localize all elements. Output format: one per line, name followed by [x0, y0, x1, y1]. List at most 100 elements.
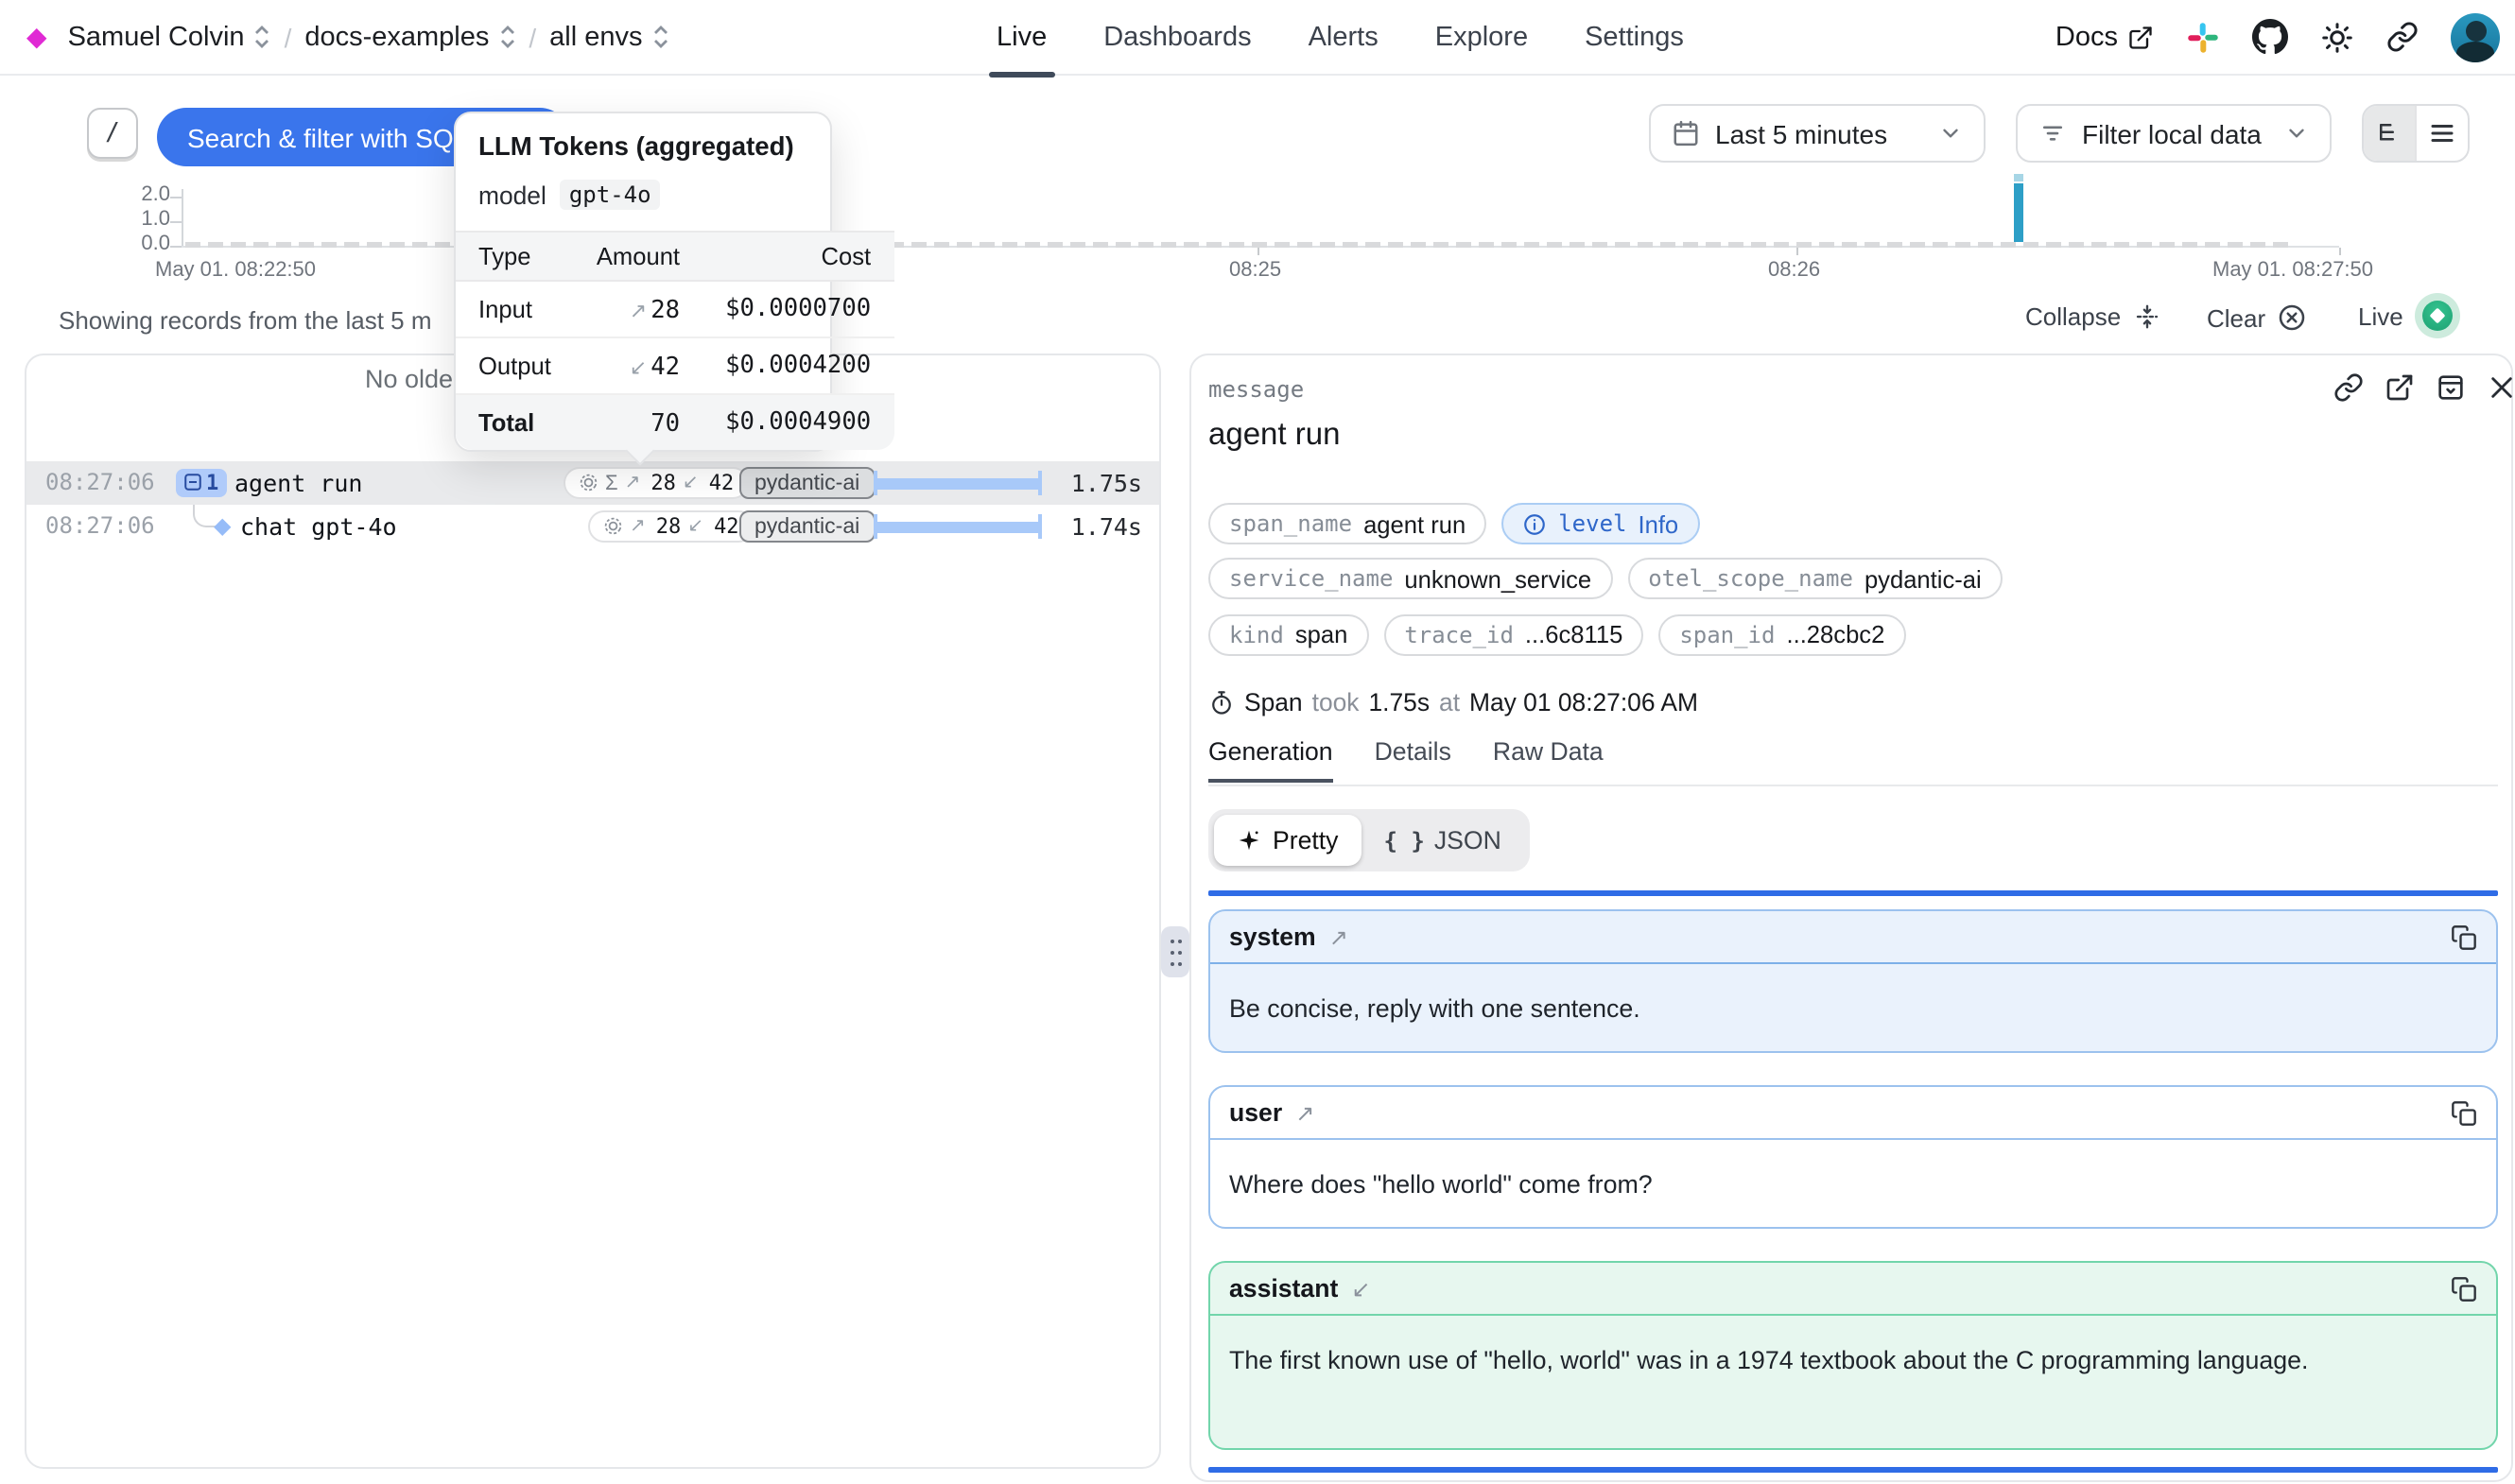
pretty-toggle-button[interactable]: Pretty: [1214, 815, 1361, 866]
copy-button[interactable]: [2451, 1275, 2477, 1302]
time-range-select[interactable]: Last 5 minutes: [1649, 104, 1986, 163]
chip-otel-scope-name[interactable]: otel_scope_name pydantic-ai: [1627, 558, 2003, 599]
panel-resize-handle[interactable]: [1161, 926, 1189, 977]
chip-span-id[interactable]: span_id ...28cbc2: [1658, 613, 1905, 655]
token-cost-table: Type Amount Cost Input ↗28 $0.0000700 Ou…: [456, 231, 893, 450]
filter-icon: [2038, 119, 2067, 147]
chip-kind[interactable]: kind span: [1208, 613, 1368, 655]
collapse-children-badge[interactable]: 1: [176, 468, 226, 497]
theme-sun-icon[interactable]: [2320, 20, 2354, 54]
output-arrow-icon: ↙: [1351, 1275, 1370, 1302]
input-arrow-icon: ↗: [630, 300, 647, 322]
clear-button[interactable]: Clear: [2207, 302, 2307, 333]
tab-raw-data[interactable]: Raw Data: [1493, 737, 1604, 783]
github-icon[interactable]: [2252, 19, 2288, 55]
breadcrumb-org[interactable]: Samuel Colvin: [68, 22, 271, 52]
breadcrumb-project[interactable]: docs-examples: [304, 22, 515, 52]
scope-tag: pydantic-ai: [739, 467, 875, 499]
live-toggle[interactable]: Live: [2358, 293, 2460, 338]
copy-button[interactable]: [2451, 923, 2477, 950]
tab-details[interactable]: Details: [1375, 737, 1451, 783]
record-kind-label: message: [1208, 376, 1304, 403]
docs-link[interactable]: Docs: [2055, 22, 2154, 52]
input-arrow-icon: ↗: [1295, 1099, 1314, 1126]
col-cost: Cost: [702, 232, 893, 281]
span-name: agent run: [234, 469, 362, 497]
table-row-output: Output ↙42 $0.0004200: [456, 337, 893, 394]
message-text: The first known use of "hello, world" wa…: [1210, 1316, 2496, 1406]
sort-chevrons-icon: [498, 25, 515, 49]
tooltip-title: LLM Tokens (aggregated): [478, 132, 807, 161]
tree-view-button[interactable]: [2364, 106, 2415, 161]
main-nav: Live Dashboards Alerts Explore Settings: [997, 0, 1684, 76]
close-icon[interactable]: [2487, 372, 2515, 403]
message-role: user: [1229, 1098, 1282, 1127]
copy-icon: [2451, 1275, 2477, 1302]
span-name: chat gpt-4o: [240, 512, 397, 541]
duration-bar: [874, 477, 1042, 489]
nav-tab-settings[interactable]: Settings: [1585, 0, 1684, 76]
copy-button[interactable]: [2451, 1099, 2477, 1126]
chip-span-name[interactable]: span_name agent run: [1208, 503, 1486, 544]
x-tick-label: 08:26: [1768, 259, 1820, 282]
scroll-divider-bottom: [1208, 1467, 2498, 1472]
scope-tag: pydantic-ai: [739, 510, 875, 543]
collapse-minus-icon: [183, 474, 202, 492]
open-in-new-icon[interactable]: [2385, 372, 2415, 403]
copy-icon: [2451, 1099, 2477, 1126]
attribute-chips-row: span_name agent run level Info: [1208, 503, 1699, 544]
copy-link-icon[interactable]: [2333, 372, 2364, 403]
json-toggle-button[interactable]: { } JSON: [1361, 815, 1523, 866]
y-tick-label: 2.0: [125, 185, 170, 206]
filter-local-data-select[interactable]: Filter local data: [2016, 104, 2332, 163]
nav-tab-live[interactable]: Live: [997, 0, 1047, 76]
chip-service-name[interactable]: service_name unknown_service: [1208, 558, 1612, 599]
slash-shortcut-key[interactable]: /: [87, 108, 138, 159]
trace-timestamp: 08:27:06: [45, 469, 155, 495]
user-avatar[interactable]: [2451, 12, 2500, 61]
braces-icon: { }: [1383, 827, 1424, 854]
trace-row-chat-gpt4o[interactable]: 08:27:06 ◆ chat gpt-4o ↗28 ↙42 pydantic-…: [26, 505, 1159, 548]
token-usage-pill: Σ ↗28 ↙42: [564, 467, 749, 499]
sort-chevrons-icon: [652, 25, 669, 49]
span-duration-line: Span took 1.75s at May 01 08:27:06 AM: [1208, 688, 1698, 716]
table-row-input: Input ↗28 $0.0000700: [456, 281, 893, 337]
output-arrow-icon: ↙: [687, 516, 703, 537]
token-usage-pill: ↗28 ↙42: [588, 510, 754, 543]
llm-tokens-tooltip: LLM Tokens (aggregated) model gpt-4o Typ…: [454, 112, 832, 452]
info-icon: [1522, 511, 1547, 536]
list-view-icon: [2428, 119, 2456, 147]
trace-list-panel: No older 08:27:06 1 agent run Σ ↗28 ↙42 …: [25, 354, 1161, 1469]
message-panel-assistant: assistant ↙ The first known use of "hell…: [1208, 1261, 2498, 1450]
span-detail-panel: message agent run span_name agent run le…: [1189, 354, 2513, 1482]
histogram-bar[interactable]: [2014, 183, 2023, 242]
nav-tab-explore[interactable]: Explore: [1435, 0, 1528, 76]
collapse-button[interactable]: Collapse: [2025, 302, 2160, 331]
breadcrumb-env[interactable]: all envs: [549, 22, 668, 52]
collapse-icon: [2132, 302, 2160, 331]
token-coin-icon: [579, 474, 598, 493]
share-link-icon[interactable]: [2386, 21, 2419, 53]
x-axis-end-label: May 01. 08:27:50: [2212, 259, 2373, 282]
chip-trace-id[interactable]: trace_id ...6c8115: [1383, 613, 1643, 655]
sparkle-icon: [1237, 828, 1261, 853]
tab-generation[interactable]: Generation: [1208, 737, 1333, 783]
dock-panel-bottom-icon[interactable]: [2436, 372, 2466, 403]
y-tick-label: 1.0: [125, 210, 170, 231]
live-indicator-icon: [2415, 293, 2460, 338]
trace-row-agent-run[interactable]: 08:27:06 1 agent run Σ ↗28 ↙42 pydantic-…: [26, 461, 1159, 505]
nav-tab-dashboards[interactable]: Dashboards: [1103, 0, 1251, 76]
table-row-total: Total 70 $0.0004900: [456, 394, 893, 450]
model-value: gpt-4o: [560, 180, 661, 210]
slack-icon[interactable]: [2186, 20, 2220, 54]
attribute-chips-row: service_name unknown_service otel_scope_…: [1208, 558, 2003, 599]
message-panel-user: user ↗ Where does "hello world" come fro…: [1208, 1085, 2498, 1229]
chip-level[interactable]: level Info: [1501, 503, 1699, 544]
calendar-icon: [1672, 119, 1700, 147]
tabs-underline: [1208, 785, 2498, 786]
list-view-button[interactable]: [2415, 106, 2468, 161]
nav-tab-alerts[interactable]: Alerts: [1309, 0, 1379, 76]
input-arrow-icon: ↗: [1329, 923, 1348, 950]
sort-chevrons-icon: [254, 25, 271, 49]
y-tick-label: 0.0: [125, 234, 170, 255]
